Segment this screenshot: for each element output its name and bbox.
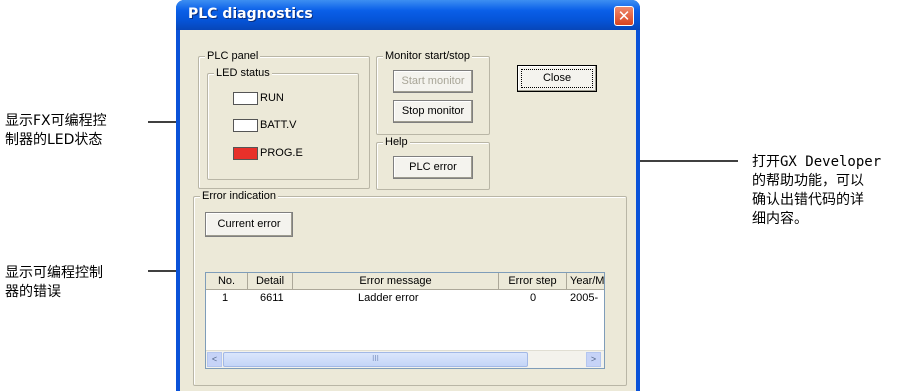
led-proge-indicator (233, 147, 258, 160)
scroll-left-button[interactable]: < (207, 352, 222, 367)
plc-error-button[interactable]: PLC error (393, 156, 473, 179)
help-group-label: Help (383, 135, 410, 149)
led-battv-label: BATT.V (260, 119, 297, 131)
close-button[interactable]: Close (517, 65, 597, 92)
led-status-group: LED status RUN BATT.V PROG.E (207, 66, 359, 180)
plc-panel-group: PLC panel LED status RUN BATT.V PROG.E (198, 49, 370, 189)
led-proge-label: PROG.E (260, 147, 303, 159)
column-header-year[interactable]: Year/M (567, 273, 604, 290)
cell-detail: 6611 (260, 292, 284, 304)
led-annotation: 显示FX可编程控 制器的LED状态 (5, 112, 107, 150)
scroll-thumb-grip: III (372, 354, 379, 363)
led-battv-indicator (233, 119, 258, 132)
monitor-group-label: Monitor start/stop (383, 49, 472, 63)
cell-error-message: Ladder error (358, 292, 419, 304)
column-header-no[interactable]: No. (206, 273, 248, 290)
title-bar[interactable]: PLC diagnostics ✕ (176, 0, 640, 30)
close-button-focus-rect (521, 69, 593, 88)
help-annotation-line-3: 确认出错代码的详 (752, 192, 864, 208)
current-error-button[interactable]: Current error (205, 212, 293, 237)
cell-year: 2005- (570, 292, 599, 304)
help-annotation-line-1: 打开GX Developer (752, 154, 882, 170)
window-title: PLC diagnostics (188, 6, 313, 22)
cell-error-step: 0 (530, 292, 537, 304)
start-monitor-button[interactable]: Start monitor (393, 70, 473, 93)
plc-panel-label: PLC panel (205, 49, 261, 63)
column-header-error-step[interactable]: Error step (499, 273, 567, 290)
help-group: Help PLC error (376, 135, 490, 190)
scroll-right-button[interactable]: > (586, 352, 601, 367)
error-annotation: 显示可编程控制 器的错误 (5, 264, 103, 302)
dialog-client-area: PLC panel LED status RUN BATT.V PROG.E M… (180, 30, 636, 391)
stop-monitor-button[interactable]: Stop monitor (393, 100, 473, 123)
help-annotation-line-4: 细内容。 (752, 211, 808, 227)
monitor-group: Monitor start/stop Start monitor Stop mo… (376, 49, 490, 135)
help-annotation-line-2: 的帮助功能，可以 (752, 173, 864, 189)
led-status-label: LED status (214, 66, 272, 80)
help-annotation: 打开GX Developer 的帮助功能，可以 确认出错代码的详 细内容。 (752, 153, 881, 229)
error-list[interactable]: No. Detail Error message Error step Year… (205, 272, 605, 369)
scroll-thumb[interactable]: III (223, 352, 528, 367)
column-header-error-message[interactable]: Error message (293, 273, 499, 290)
plc-diagnostics-window: PLC diagnostics ✕ PLC panel LED status R… (176, 0, 640, 391)
error-annotation-line-2: 器的错误 (5, 284, 61, 300)
window-close-button[interactable]: ✕ (614, 6, 634, 26)
error-indication-label: Error indication (200, 189, 278, 203)
cell-no: 1 (222, 292, 229, 304)
led-run-indicator (233, 92, 258, 105)
led-run-label: RUN (260, 92, 284, 104)
led-annotation-line-2: 制器的LED状态 (5, 132, 103, 148)
column-header-detail[interactable]: Detail (248, 273, 293, 290)
led-annotation-line-1: 显示FX可编程控 (5, 113, 107, 129)
horizontal-scrollbar[interactable]: < III > (206, 350, 604, 368)
error-annotation-line-1: 显示可编程控制 (5, 265, 103, 281)
